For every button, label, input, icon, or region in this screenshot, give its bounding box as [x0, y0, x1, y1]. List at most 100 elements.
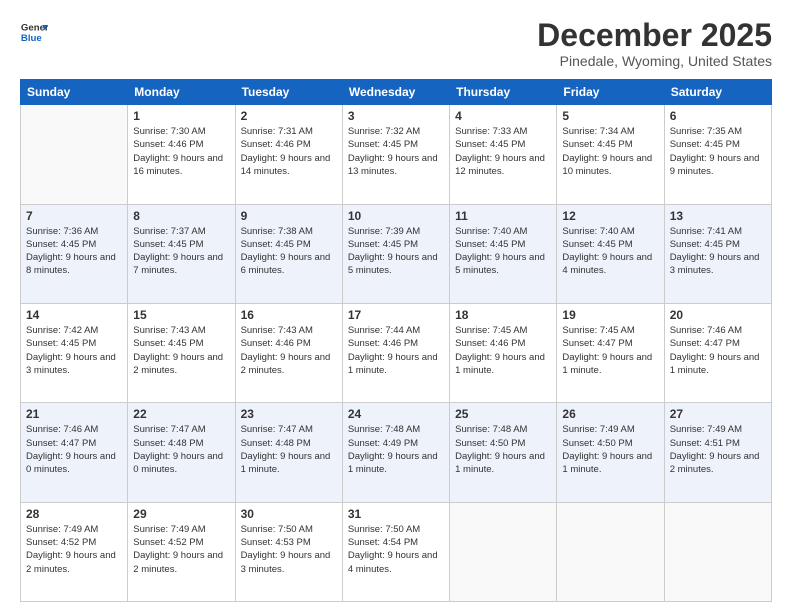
day-number: 30	[241, 507, 337, 521]
day-info: Sunrise: 7:46 AMSunset: 4:47 PMDaylight:…	[670, 324, 766, 377]
title-block: December 2025 Pinedale, Wyoming, United …	[537, 18, 772, 69]
table-row: 5 Sunrise: 7:34 AMSunset: 4:45 PMDaylight…	[557, 105, 664, 204]
day-info: Sunrise: 7:32 AMSunset: 4:45 PMDaylight:…	[348, 125, 444, 178]
table-row	[664, 502, 771, 601]
day-info: Sunrise: 7:38 AMSunset: 4:45 PMDaylight:…	[241, 225, 337, 278]
table-row: 27 Sunrise: 7:49 AMSunset: 4:51 PMDayligh…	[664, 403, 771, 502]
table-row: 3 Sunrise: 7:32 AMSunset: 4:45 PMDaylight…	[342, 105, 449, 204]
day-number: 23	[241, 407, 337, 421]
day-info: Sunrise: 7:45 AMSunset: 4:46 PMDaylight:…	[455, 324, 551, 377]
table-row	[557, 502, 664, 601]
table-row: 31 Sunrise: 7:50 AMSunset: 4:54 PMDayligh…	[342, 502, 449, 601]
calendar-header-row: Sunday Monday Tuesday Wednesday Thursday…	[21, 80, 772, 105]
day-info: Sunrise: 7:33 AMSunset: 4:45 PMDaylight:…	[455, 125, 551, 178]
day-info: Sunrise: 7:49 AMSunset: 4:51 PMDaylight:…	[670, 423, 766, 476]
table-row: 30 Sunrise: 7:50 AMSunset: 4:53 PMDayligh…	[235, 502, 342, 601]
day-number: 3	[348, 109, 444, 123]
day-number: 14	[26, 308, 122, 322]
table-row: 16Sunrise: 7:43 AMSunset: 4:46 PMDayligh…	[235, 303, 342, 402]
header-monday: Monday	[128, 80, 235, 105]
calendar-row-0: 1 Sunrise: 7:30 AMSunset: 4:46 PMDaylight…	[21, 105, 772, 204]
table-row: 25Sunrise: 7:48 AMSunset: 4:50 PMDayligh…	[450, 403, 557, 502]
table-row: 24Sunrise: 7:48 AMSunset: 4:49 PMDayligh…	[342, 403, 449, 502]
day-info: Sunrise: 7:49 AMSunset: 4:52 PMDaylight:…	[133, 523, 229, 576]
day-number: 21	[26, 407, 122, 421]
calendar-row-1: 7 Sunrise: 7:36 AMSunset: 4:45 PMDaylight…	[21, 204, 772, 303]
header-thursday: Thursday	[450, 80, 557, 105]
day-info: Sunrise: 7:34 AMSunset: 4:45 PMDaylight:…	[562, 125, 658, 178]
table-row: 6Sunrise: 7:35 AMSunset: 4:45 PMDaylight…	[664, 105, 771, 204]
table-row: 19 Sunrise: 7:45 AMSunset: 4:47 PMDayligh…	[557, 303, 664, 402]
day-number: 22	[133, 407, 229, 421]
day-number: 15	[133, 308, 229, 322]
day-info: Sunrise: 7:37 AMSunset: 4:45 PMDaylight:…	[133, 225, 229, 278]
table-row: 14 Sunrise: 7:42 AMSunset: 4:45 PMDayligh…	[21, 303, 128, 402]
table-row: 10 Sunrise: 7:39 AMSunset: 4:45 PMDayligh…	[342, 204, 449, 303]
day-info: Sunrise: 7:50 AMSunset: 4:53 PMDaylight:…	[241, 523, 337, 576]
calendar-table: Sunday Monday Tuesday Wednesday Thursday…	[20, 79, 772, 602]
logo-icon: General Blue	[20, 18, 48, 46]
table-row	[21, 105, 128, 204]
day-number: 31	[348, 507, 444, 521]
header-sunday: Sunday	[21, 80, 128, 105]
day-number: 19	[562, 308, 658, 322]
table-row: 11Sunrise: 7:40 AMSunset: 4:45 PMDayligh…	[450, 204, 557, 303]
calendar-row-2: 14 Sunrise: 7:42 AMSunset: 4:45 PMDayligh…	[21, 303, 772, 402]
day-info: Sunrise: 7:50 AMSunset: 4:54 PMDaylight:…	[348, 523, 444, 576]
day-number: 9	[241, 209, 337, 223]
day-info: Sunrise: 7:48 AMSunset: 4:50 PMDaylight:…	[455, 423, 551, 476]
day-info: Sunrise: 7:39 AMSunset: 4:45 PMDaylight:…	[348, 225, 444, 278]
subtitle: Pinedale, Wyoming, United States	[537, 53, 772, 69]
day-info: Sunrise: 7:40 AMSunset: 4:45 PMDaylight:…	[562, 225, 658, 278]
table-row: 17 Sunrise: 7:44 AMSunset: 4:46 PMDayligh…	[342, 303, 449, 402]
day-number: 28	[26, 507, 122, 521]
calendar-row-4: 28 Sunrise: 7:49 AMSunset: 4:52 PMDayligh…	[21, 502, 772, 601]
table-row: 20 Sunrise: 7:46 AMSunset: 4:47 PMDayligh…	[664, 303, 771, 402]
day-info: Sunrise: 7:36 AMSunset: 4:45 PMDaylight:…	[26, 225, 122, 278]
table-row: 28Sunrise: 7:49 AMSunset: 4:52 PMDayligh…	[21, 502, 128, 601]
day-number: 18	[455, 308, 551, 322]
day-number: 1	[133, 109, 229, 123]
day-number: 5	[562, 109, 658, 123]
day-info: Sunrise: 7:49 AMSunset: 4:50 PMDaylight:…	[562, 423, 658, 476]
header-tuesday: Tuesday	[235, 80, 342, 105]
page: General Blue December 2025 Pinedale, Wyo…	[0, 0, 792, 612]
svg-text:Blue: Blue	[21, 33, 42, 44]
day-info: Sunrise: 7:44 AMSunset: 4:46 PMDaylight:…	[348, 324, 444, 377]
day-number: 12	[562, 209, 658, 223]
day-number: 29	[133, 507, 229, 521]
table-row: 4 Sunrise: 7:33 AMSunset: 4:45 PMDaylight…	[450, 105, 557, 204]
day-info: Sunrise: 7:30 AMSunset: 4:46 PMDaylight:…	[133, 125, 229, 178]
day-number: 4	[455, 109, 551, 123]
day-info: Sunrise: 7:47 AMSunset: 4:48 PMDaylight:…	[133, 423, 229, 476]
day-number: 13	[670, 209, 766, 223]
table-row: 12 Sunrise: 7:40 AMSunset: 4:45 PMDayligh…	[557, 204, 664, 303]
day-info: Sunrise: 7:31 AMSunset: 4:46 PMDaylight:…	[241, 125, 337, 178]
header: General Blue December 2025 Pinedale, Wyo…	[20, 18, 772, 69]
header-wednesday: Wednesday	[342, 80, 449, 105]
day-info: Sunrise: 7:41 AMSunset: 4:45 PMDaylight:…	[670, 225, 766, 278]
table-row: 1 Sunrise: 7:30 AMSunset: 4:46 PMDaylight…	[128, 105, 235, 204]
day-number: 2	[241, 109, 337, 123]
table-row: 9 Sunrise: 7:38 AMSunset: 4:45 PMDaylight…	[235, 204, 342, 303]
day-number: 11	[455, 209, 551, 223]
day-info: Sunrise: 7:45 AMSunset: 4:47 PMDaylight:…	[562, 324, 658, 377]
header-friday: Friday	[557, 80, 664, 105]
day-info: Sunrise: 7:43 AMSunset: 4:45 PMDaylight:…	[133, 324, 229, 377]
day-number: 26	[562, 407, 658, 421]
table-row: 22 Sunrise: 7:47 AMSunset: 4:48 PMDayligh…	[128, 403, 235, 502]
table-row	[450, 502, 557, 601]
table-row: 7 Sunrise: 7:36 AMSunset: 4:45 PMDaylight…	[21, 204, 128, 303]
calendar-row-3: 21Sunrise: 7:46 AMSunset: 4:47 PMDayligh…	[21, 403, 772, 502]
day-number: 27	[670, 407, 766, 421]
day-number: 24	[348, 407, 444, 421]
table-row: 8Sunrise: 7:37 AMSunset: 4:45 PMDaylight…	[128, 204, 235, 303]
day-number: 20	[670, 308, 766, 322]
day-number: 10	[348, 209, 444, 223]
day-number: 17	[348, 308, 444, 322]
day-info: Sunrise: 7:42 AMSunset: 4:45 PMDaylight:…	[26, 324, 122, 377]
table-row: 13 Sunrise: 7:41 AMSunset: 4:45 PMDayligh…	[664, 204, 771, 303]
day-info: Sunrise: 7:43 AMSunset: 4:46 PMDaylight:…	[241, 324, 337, 377]
table-row: 21Sunrise: 7:46 AMSunset: 4:47 PMDayligh…	[21, 403, 128, 502]
day-number: 7	[26, 209, 122, 223]
